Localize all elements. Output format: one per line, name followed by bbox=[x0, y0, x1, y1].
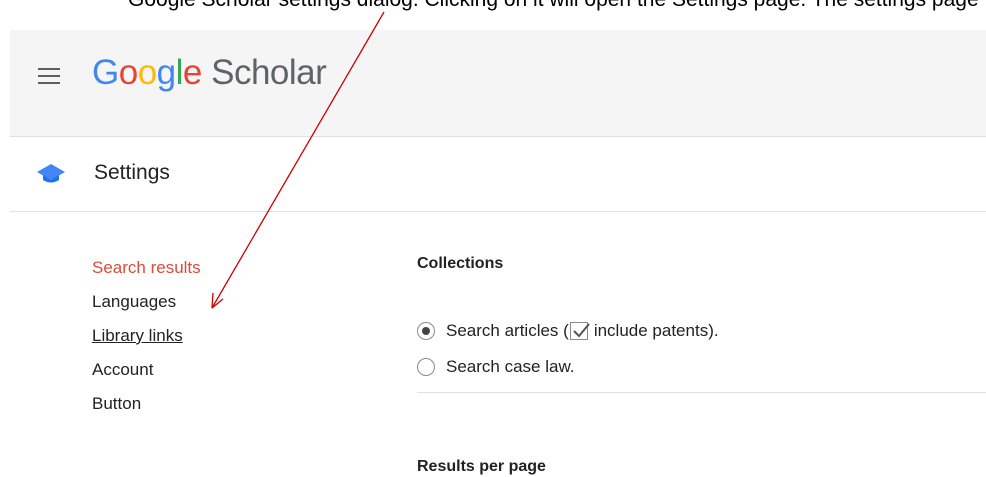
logo-letter-g: G bbox=[92, 53, 119, 92]
top-caption: Google Scholar settings dialog. Clicking… bbox=[0, 0, 986, 30]
option-search-articles-suffix: include patents). bbox=[593, 321, 719, 340]
section-divider bbox=[417, 392, 986, 393]
caption-text: Google Scholar settings dialog. Clicking… bbox=[128, 0, 979, 12]
logo-letter-o1: o bbox=[118, 53, 138, 92]
logo-letter-e: e bbox=[182, 53, 202, 92]
logo-google: Google bbox=[92, 53, 211, 92]
page-title: Settings bbox=[94, 161, 170, 184]
nav-item-languages[interactable]: Languages bbox=[92, 285, 201, 319]
nav-item-button[interactable]: Button bbox=[92, 387, 201, 421]
option-search-case-law[interactable]: Search case law. bbox=[417, 354, 575, 380]
hamburger-menu-icon[interactable] bbox=[38, 68, 60, 84]
option-search-articles[interactable]: Search articles ( include patents). bbox=[417, 318, 719, 344]
settings-header: Settings bbox=[10, 137, 986, 212]
logo-scholar: Scholar bbox=[211, 53, 327, 92]
option-search-articles-prefix: Search articles ( bbox=[446, 321, 569, 340]
settings-nav: Search results Languages Library links A… bbox=[92, 251, 201, 421]
option-search-case-law-label: Search case law. bbox=[446, 357, 575, 376]
google-scholar-logo[interactable]: Google Scholar bbox=[92, 53, 327, 93]
checkmark-icon bbox=[573, 323, 590, 338]
radio-search-articles[interactable] bbox=[417, 322, 435, 340]
nav-item-search-results[interactable]: Search results bbox=[92, 251, 201, 285]
app-header: Google Scholar bbox=[10, 30, 986, 137]
logo-letter-o2: o bbox=[137, 53, 157, 92]
section-title-collections: Collections bbox=[417, 255, 504, 272]
radio-search-case-law[interactable] bbox=[417, 358, 435, 376]
graduation-cap-icon bbox=[37, 164, 65, 183]
nav-item-account[interactable]: Account bbox=[92, 353, 201, 387]
nav-item-library-links[interactable]: Library links bbox=[92, 319, 201, 353]
include-patents-checkbox[interactable] bbox=[569, 322, 590, 340]
logo-letter-g2: g bbox=[156, 53, 176, 92]
logo-letter-l: l bbox=[175, 53, 184, 92]
section-title-results-per-page: Results per page bbox=[417, 458, 546, 475]
